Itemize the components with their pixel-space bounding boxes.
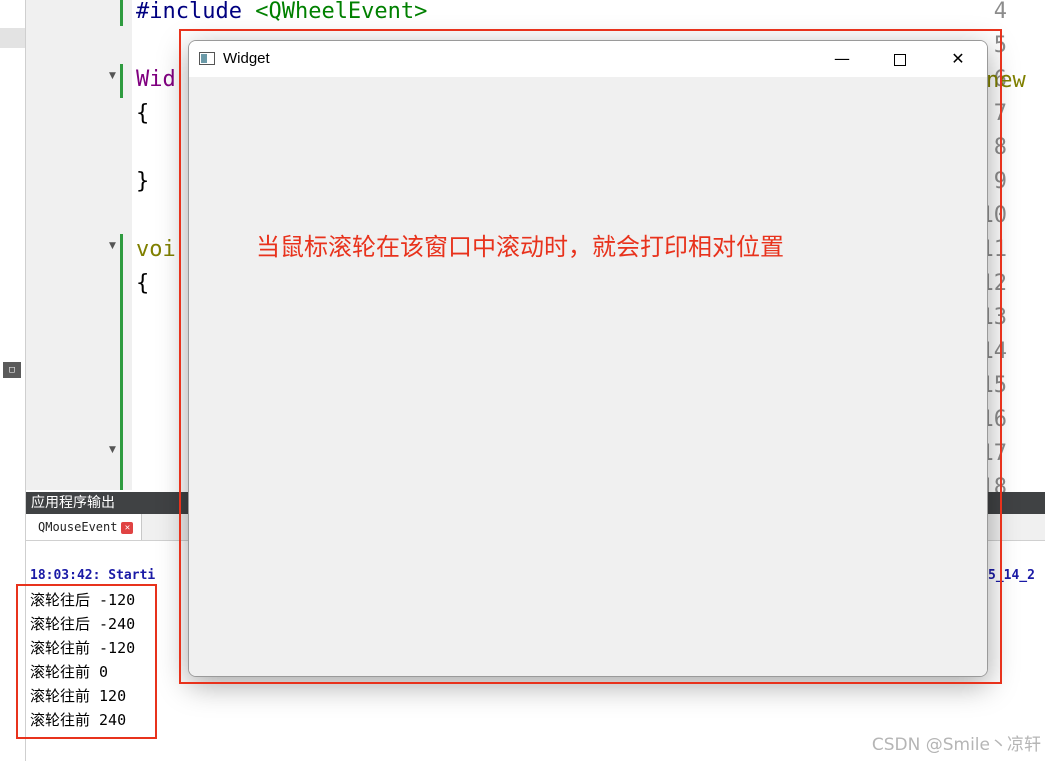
include-header: <QWheelEvent>	[255, 0, 428, 24]
code-line-brace: {	[136, 101, 150, 126]
tab-qmouseevent[interactable]: QMouseEvent ✕	[26, 514, 143, 540]
start-message: 18:03:42: Starti	[30, 568, 156, 583]
change-marker	[120, 64, 123, 98]
include-keyword: #include	[136, 0, 242, 24]
watermark: CSDN @Smile丶凉轩	[871, 735, 1041, 755]
line-number: 4	[993, 0, 1007, 24]
fold-arrow-icon[interactable]: ▼	[109, 445, 116, 455]
window-highlight-box	[179, 29, 1002, 684]
output-highlight-box	[16, 584, 157, 739]
fold-arrow-icon[interactable]: ▼	[109, 241, 116, 251]
change-marker	[120, 0, 123, 26]
code-line-brace: }	[136, 169, 150, 194]
fold-arrow-icon[interactable]: ▼	[109, 71, 116, 81]
change-marker	[120, 234, 123, 490]
close-icon[interactable]: ✕	[121, 521, 134, 534]
line-number-gutter	[26, 0, 132, 490]
code-line-brace: {	[136, 271, 150, 296]
code-line-include: #include <QWheelEvent>	[136, 0, 427, 31]
code-line-constructor: Wid	[136, 67, 176, 92]
collapse-icon[interactable]: □	[3, 362, 21, 378]
strip-highlight	[0, 28, 25, 48]
tab-label: QMouseEvent	[38, 520, 118, 534]
code-line-void: voi	[136, 237, 176, 262]
